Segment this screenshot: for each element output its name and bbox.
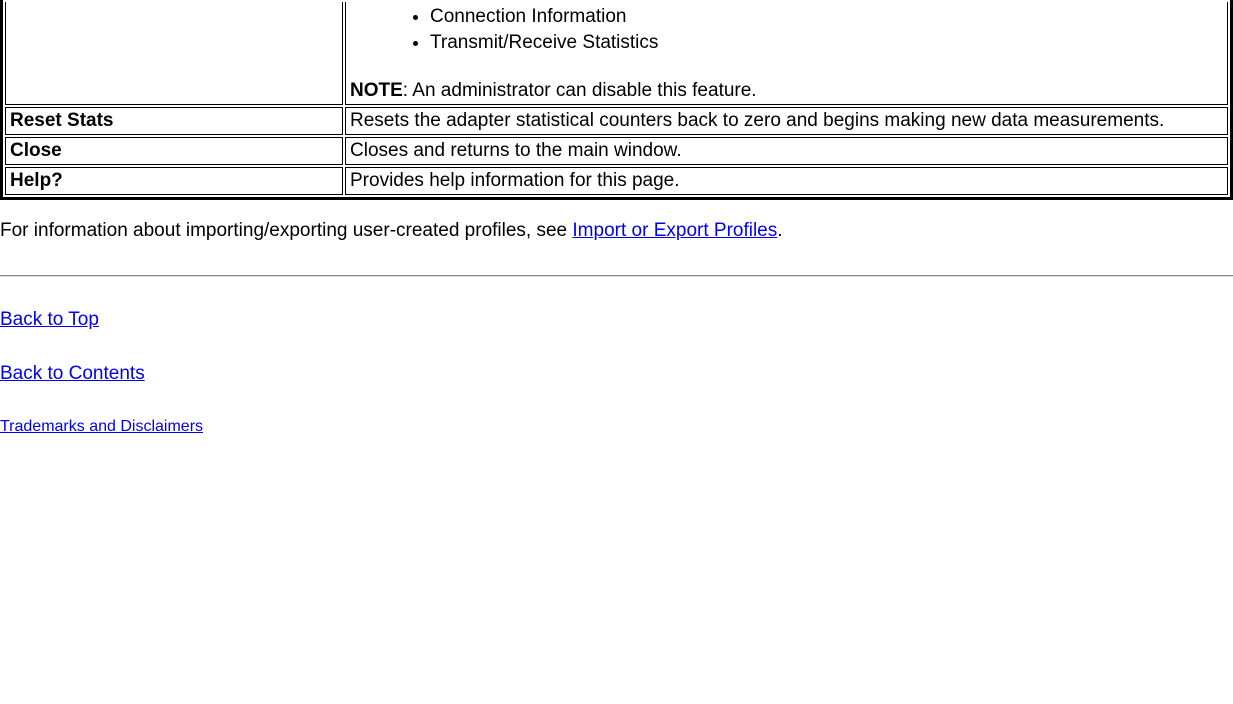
row-label: Help? [5, 167, 343, 195]
definitions-table: Connection Information Transmit/Receive … [0, 0, 1233, 200]
note-label: NOTE [350, 80, 403, 101]
table-row: Close Closes and returns to the main win… [5, 137, 1228, 165]
bullet-list: Connection Information Transmit/Receive … [350, 4, 1223, 56]
nav-links: Back to Top Back to Contents Trademarks … [0, 307, 1233, 449]
back-to-top-link[interactable]: Back to Top [0, 307, 99, 334]
divider [0, 275, 1233, 277]
trademarks-link[interactable]: Trademarks and Disclaimers [0, 416, 203, 438]
row-label: Close [5, 137, 343, 165]
table-row: Connection Information Transmit/Receive … [5, 2, 1228, 105]
back-to-contents-link[interactable]: Back to Contents [0, 361, 145, 388]
list-item: Transmit/Receive Statistics [430, 30, 1223, 56]
table-row: Help? Provides help information for this… [5, 167, 1228, 195]
row-label: Reset Stats [5, 107, 343, 135]
list-item: Connection Information [430, 4, 1223, 30]
import-export-link[interactable]: Import or Export Profiles [572, 220, 777, 241]
row-description: Closes and returns to the main window. [345, 137, 1228, 165]
paragraph-suffix: . [777, 220, 782, 241]
paragraph-prefix: For information about importing/exportin… [0, 220, 572, 241]
row-label-empty [5, 2, 343, 105]
note-text: : An administrator can disable this feat… [403, 80, 757, 101]
row-description: Connection Information Transmit/Receive … [345, 2, 1228, 105]
row-description: Resets the adapter statistical counters … [345, 107, 1228, 135]
table-row: Reset Stats Resets the adapter statistic… [5, 107, 1228, 135]
row-description: Provides help information for this page. [345, 167, 1228, 195]
note-line: NOTE: An administrator can disable this … [350, 80, 1223, 102]
info-paragraph: For information about importing/exportin… [0, 218, 1233, 245]
